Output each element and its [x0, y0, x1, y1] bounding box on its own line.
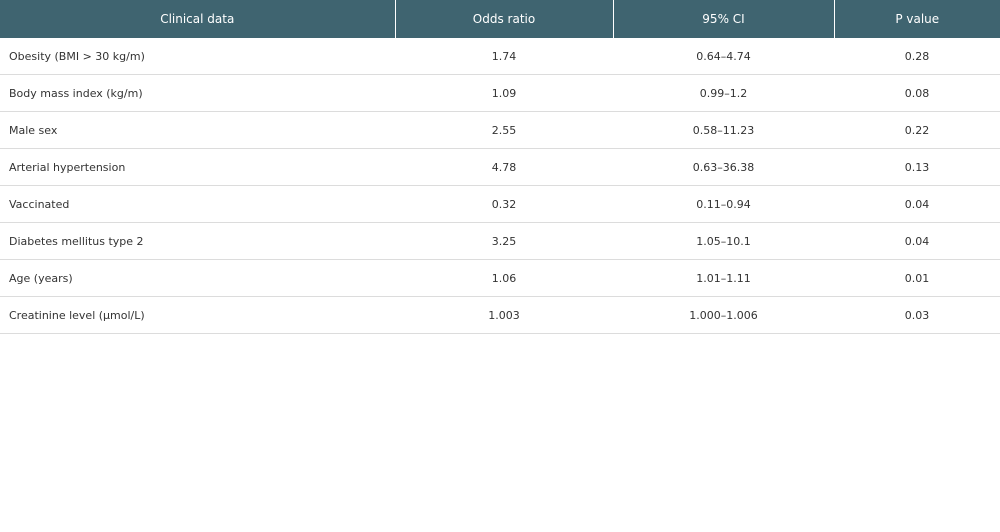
- odds-ratio-cell: 1.003: [395, 296, 613, 334]
- clinical-data-cell: Body mass index (kg/m): [0, 74, 395, 112]
- clinical-data-cell: Male sex: [0, 111, 395, 149]
- p-value-cell: 0.04: [834, 185, 1000, 223]
- clinical-data-cell: Age (years): [0, 259, 395, 297]
- header-row: Clinical data Odds ratio 95% CI P value: [0, 0, 1000, 38]
- odds-ratio-cell: 3.25: [395, 222, 613, 260]
- column-header-p-value: P value: [834, 0, 1000, 38]
- confidence-interval-cell: 0.99–1.2: [613, 74, 834, 112]
- p-value-cell: 0.08: [834, 74, 1000, 112]
- odds-ratio-cell: 1.74: [395, 38, 613, 75]
- table-row: Body mass index (kg/m) 1.09 0.99–1.2 0.0…: [0, 74, 1000, 112]
- p-value-cell: 0.03: [834, 296, 1000, 334]
- clinical-data-cell: Arterial hypertension: [0, 148, 395, 186]
- confidence-interval-cell: 1.01–1.11: [613, 259, 834, 297]
- p-value-cell: 0.13: [834, 148, 1000, 186]
- p-value-cell: 0.04: [834, 222, 1000, 260]
- confidence-interval-cell: 1.05–10.1: [613, 222, 834, 260]
- clinical-data-cell: Creatinine level (µmol/L): [0, 296, 395, 334]
- p-value-cell: 0.28: [834, 38, 1000, 75]
- table-row: Vaccinated 0.32 0.11–0.94 0.04: [0, 185, 1000, 223]
- odds-ratio-cell: 1.06: [395, 259, 613, 297]
- table-row: Creatinine level (µmol/L) 1.003 1.000–1.…: [0, 296, 1000, 334]
- table-row: Age (years) 1.06 1.01–1.11 0.01: [0, 259, 1000, 297]
- odds-ratio-cell: 1.09: [395, 74, 613, 112]
- clinical-data-cell: Vaccinated: [0, 185, 395, 223]
- table-row: Male sex 2.55 0.58–11.23 0.22: [0, 111, 1000, 149]
- confidence-interval-cell: 0.63–36.38: [613, 148, 834, 186]
- table-header: Clinical data Odds ratio 95% CI P value: [0, 0, 1000, 38]
- odds-ratio-cell: 2.55: [395, 111, 613, 149]
- confidence-interval-cell: 1.000–1.006: [613, 296, 834, 334]
- table-row: Diabetes mellitus type 2 3.25 1.05–10.1 …: [0, 222, 1000, 260]
- table-row: Arterial hypertension 4.78 0.63–36.38 0.…: [0, 148, 1000, 186]
- column-header-odds-ratio: Odds ratio: [395, 0, 614, 38]
- odds-ratio-cell: 0.32: [395, 185, 613, 223]
- confidence-interval-cell: 0.64–4.74: [613, 38, 834, 75]
- confidence-interval-cell: 0.58–11.23: [613, 111, 834, 149]
- confidence-interval-cell: 0.11–0.94: [613, 185, 834, 223]
- column-header-clinical-data: Clinical data: [0, 0, 396, 38]
- odds-ratio-table: Clinical data Odds ratio 95% CI P value …: [0, 0, 1000, 334]
- table-body: Obesity (BMI > 30 kg/m) 1.74 0.64–4.74 0…: [0, 38, 1000, 334]
- odds-ratio-cell: 4.78: [395, 148, 613, 186]
- p-value-cell: 0.01: [834, 259, 1000, 297]
- clinical-data-cell: Obesity (BMI > 30 kg/m): [0, 38, 395, 75]
- column-header-95-ci: 95% CI: [613, 0, 835, 38]
- table-row: Obesity (BMI > 30 kg/m) 1.74 0.64–4.74 0…: [0, 38, 1000, 75]
- clinical-data-cell: Diabetes mellitus type 2: [0, 222, 395, 260]
- p-value-cell: 0.22: [834, 111, 1000, 149]
